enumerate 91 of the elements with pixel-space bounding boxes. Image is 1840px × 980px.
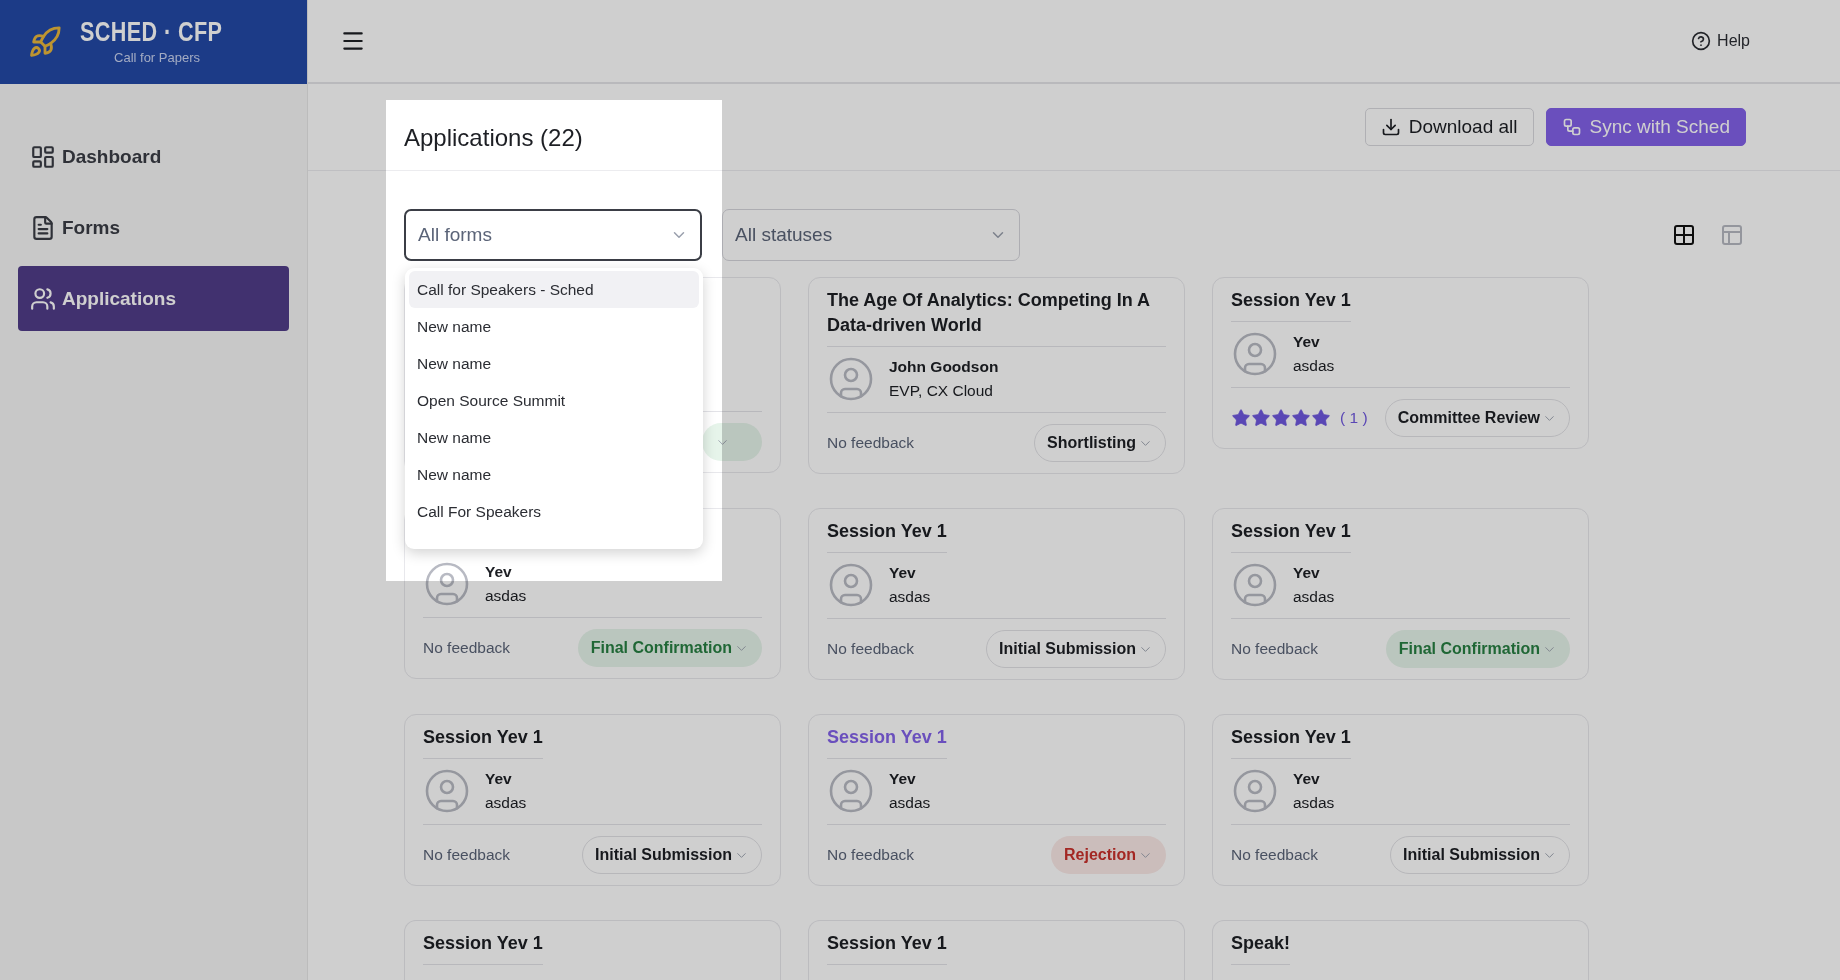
help-link[interactable]: Help — [1691, 31, 1750, 51]
session-title[interactable]: Speak! — [1231, 931, 1291, 965]
avatar-icon — [1231, 561, 1279, 609]
avatar-icon — [1231, 330, 1279, 378]
status-select[interactable]: All statuses — [722, 209, 1020, 261]
help-icon — [1691, 31, 1712, 51]
dropdown-option[interactable]: New name — [409, 308, 699, 345]
logo-title: SCHED · CFP — [80, 19, 223, 46]
page-title: Applications (22) — [404, 124, 583, 152]
session-title[interactable]: Session Yev 1 — [1231, 519, 1351, 553]
application-card[interactable]: Session Yev 1 Yev asdas ( 1 ) Committee Review — [1212, 277, 1589, 449]
feedback-text: No feedback — [827, 846, 915, 864]
speaker-name: Yev — [485, 770, 513, 788]
star-icon — [1291, 408, 1311, 428]
logo-subtitle: Call for Papers — [113, 50, 200, 65]
status-pill[interactable]: Initial Submission — [582, 836, 762, 874]
session-title[interactable]: Session Yev 1 — [827, 931, 947, 965]
rocket-icon — [28, 25, 62, 59]
speaker-role: asdas — [485, 587, 527, 605]
dropdown-option[interactable]: Call for Speakers - Sched — [409, 271, 699, 308]
feedback-text: No feedback — [1231, 846, 1319, 864]
dropdown-option[interactable]: Open Source Summit — [409, 382, 699, 419]
speaker-name: Yev — [889, 564, 917, 582]
application-card[interactable]: Session Yev 1 Yev asdas No feedback Initial Submission — [1212, 714, 1589, 886]
star-icon — [1231, 408, 1251, 428]
star-icon — [1251, 408, 1271, 428]
speaker-role: asdas — [485, 794, 527, 812]
avatar-icon — [423, 767, 471, 815]
session-title[interactable]: Session Yev 1 — [423, 931, 543, 965]
dropdown-option[interactable]: New name — [409, 419, 699, 456]
download-icon — [1380, 117, 1401, 137]
application-card[interactable]: Session Yev 1 Yev asdas No feedback Initial Submission — [404, 714, 781, 886]
sync-button[interactable]: Sync with Sched — [1545, 108, 1746, 146]
dropdown-option[interactable]: New name — [409, 456, 699, 493]
avatar-icon — [827, 767, 875, 815]
application-card[interactable]: Session Yev 1 — [808, 920, 1185, 980]
forms-select[interactable]: All forms — [404, 209, 702, 261]
status-pill[interactable]: Initial Submission — [986, 630, 1166, 668]
status-pill[interactable]: Final Confirmation — [1385, 630, 1570, 668]
session-title[interactable]: The Age Of Analytics: Competing In A Data-driven World — [827, 288, 1166, 347]
grid-view-icon — [1672, 223, 1696, 247]
download-button[interactable]: Download all — [1364, 108, 1534, 146]
avatar-icon — [827, 355, 875, 403]
session-title[interactable]: Session Yev 1 — [423, 725, 543, 759]
speaker-role: asdas — [889, 794, 931, 812]
application-card[interactable]: The Age Of Analytics: Competing In A Data-driven World John Goodson EVP, CX Cloud No feedback Shortlisting — [808, 277, 1185, 474]
document-icon — [30, 214, 56, 241]
feedback-text: No feedback — [827, 434, 915, 452]
application-card[interactable]: Session Yev 1 Yev asdas No feedback Rejection — [808, 714, 1185, 886]
status-pill[interactable]: Initial Submission — [1390, 836, 1570, 874]
avatar-icon — [827, 561, 875, 609]
speaker-name: Yev — [889, 770, 917, 788]
sidebar-item[interactable]: Dashboard — [18, 124, 289, 189]
session-title[interactable]: Session Yev 1 — [1231, 725, 1351, 759]
feedback-text: No feedback — [1231, 640, 1319, 658]
speaker-name: Yev — [1293, 770, 1321, 788]
feedback-text: No feedback — [827, 640, 915, 658]
rating-count: ( 1 ) — [1340, 409, 1368, 427]
status-pill[interactable]: Rejection — [1051, 836, 1166, 874]
session-title[interactable]: Session Yev 1 — [827, 725, 947, 759]
speaker-name: Yev — [1293, 564, 1321, 582]
star-icon — [1271, 408, 1291, 428]
status-pill[interactable]: Shortlisting — [1034, 424, 1166, 462]
sidebar-item[interactable]: Applications — [18, 266, 289, 331]
avatar-icon — [423, 560, 471, 608]
application-card[interactable]: Speak! — [1212, 920, 1589, 980]
speaker-role: asdas — [1293, 357, 1335, 375]
sync-icon — [1561, 117, 1582, 137]
dashboard-icon — [30, 143, 56, 170]
speaker-role: asdas — [1293, 588, 1335, 606]
session-title[interactable]: Session Yev 1 — [1231, 288, 1351, 322]
speaker-role: asdas — [1293, 794, 1335, 812]
users-icon — [30, 285, 56, 312]
speaker-name: Yev — [1293, 333, 1321, 351]
application-card[interactable]: Session Yev 1 Yev asdas No feedback Final Confirmation — [1212, 508, 1589, 680]
sidebar-item[interactable]: Forms — [18, 195, 289, 260]
avatar-icon — [1231, 767, 1279, 815]
speaker-name: Yev — [485, 563, 513, 581]
layout-view-icon — [1720, 223, 1744, 247]
star-icon — [1311, 408, 1331, 428]
status-pill[interactable]: Committee Review — [1384, 399, 1570, 437]
speaker-role: asdas — [889, 588, 931, 606]
session-title[interactable]: Session Yev 1 — [827, 519, 947, 553]
application-card[interactable]: Session Yev 1 — [404, 920, 781, 980]
feedback-text: No feedback — [423, 639, 511, 657]
speaker-role: EVP, CX Cloud — [889, 382, 994, 400]
feedback-text: No feedback — [423, 846, 511, 864]
application-card[interactable]: Session Yev 1 Yev asdas No feedback Initial Submission — [808, 508, 1185, 680]
status-pill[interactable]: Final Confirmation — [577, 629, 762, 667]
speaker-name: John Goodson — [889, 358, 999, 376]
dropdown-option[interactable]: New name — [409, 345, 699, 382]
